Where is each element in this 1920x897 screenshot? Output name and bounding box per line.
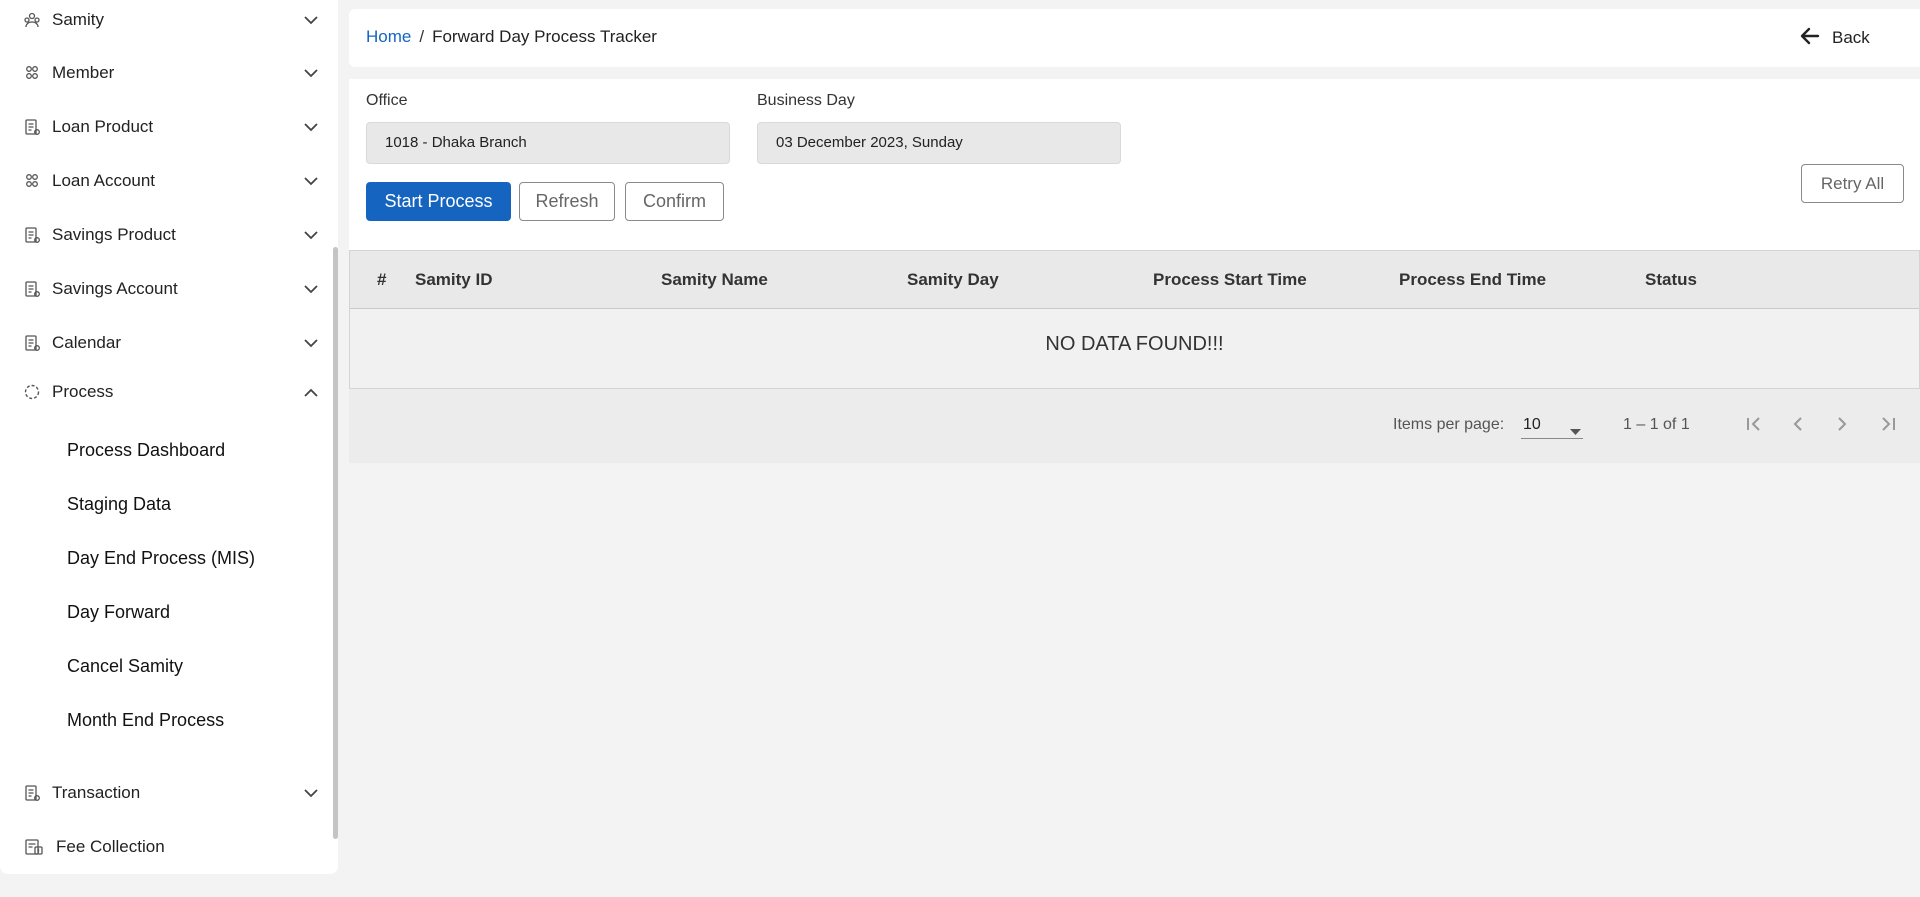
breadcrumb-separator: / [419, 27, 425, 46]
document-icon [22, 783, 42, 803]
member-icon [22, 63, 42, 83]
items-per-page-select[interactable]: 10 [1521, 413, 1583, 439]
chevron-up-icon [302, 383, 320, 401]
last-page-icon [1879, 416, 1897, 437]
sidebar-scrollbar-thumb[interactable] [333, 247, 338, 839]
next-page-button[interactable] [1827, 411, 1857, 441]
start-process-button[interactable]: Start Process [366, 182, 511, 221]
column-header-process-start-time[interactable]: Process Start Time [1153, 251, 1307, 309]
sidebar-item-label: Loan Product [52, 117, 154, 136]
breadcrumb: Home / Forward Day Process Tracker [366, 27, 657, 47]
chevron-down-icon [302, 64, 320, 82]
sidebar-subitem-staging-data[interactable]: Staging Data [67, 486, 327, 522]
retry-all-button[interactable]: Retry All [1801, 164, 1904, 203]
column-header-samity-day[interactable]: Samity Day [907, 251, 999, 309]
sidebar-item-transaction[interactable]: Transaction [0, 773, 330, 813]
business-day-label: Business Day [757, 92, 855, 109]
chevron-down-icon [302, 334, 320, 352]
sidebar-subitem-cancel-samity[interactable]: Cancel Samity [67, 648, 327, 684]
sidebar-item-savings-account[interactable]: Savings Account [0, 269, 330, 309]
chevron-down-icon [302, 784, 320, 802]
sidebar-item-loan-account[interactable]: Loan Account [0, 161, 330, 201]
table-header-row: # Samity ID Samity Name Samity Day Proce… [350, 251, 1919, 309]
document-icon [22, 279, 42, 299]
sidebar-subitem-day-forward[interactable]: Day Forward [67, 594, 327, 630]
breadcrumb-current: Forward Day Process Tracker [432, 27, 657, 46]
items-per-page-label: Items per page: [1393, 416, 1505, 433]
sidebar-item-member[interactable]: Member [0, 53, 330, 93]
first-page-icon [1745, 416, 1763, 437]
sidebar-item-label: Loan Account [52, 171, 156, 190]
back-label: Back [1832, 28, 1870, 47]
column-header-index: # [377, 270, 387, 289]
refresh-button[interactable]: Refresh [519, 182, 615, 221]
sidebar-item-label: Samity [52, 10, 104, 29]
previous-page-button[interactable] [1783, 411, 1813, 441]
arrow-left-icon [1800, 27, 1820, 50]
process-table: # Samity ID Samity Name Samity Day Proce… [349, 250, 1920, 389]
sidebar-item-label: Savings Account [52, 279, 178, 298]
sidebar-item-label: Transaction [52, 783, 141, 802]
sidebar-item-label: Process [52, 382, 114, 401]
confirm-button[interactable]: Confirm [625, 182, 724, 221]
chevron-down-icon [302, 226, 320, 244]
office-label: Office [366, 92, 408, 109]
sidebar-item-label: Member [52, 63, 115, 82]
document-icon [22, 333, 42, 353]
document-icon [22, 225, 42, 245]
column-header-process-end-time[interactable]: Process End Time [1399, 251, 1546, 309]
column-header-status[interactable]: Status [1645, 251, 1697, 309]
business-day-field[interactable]: 03 December 2023, Sunday [757, 122, 1121, 164]
fee-collection-icon [24, 837, 44, 857]
sidebar: Samity Member Loan Product Loan Account … [0, 0, 338, 874]
document-icon [22, 117, 42, 137]
first-page-button[interactable] [1739, 411, 1769, 441]
sidebar-item-loan-product[interactable]: Loan Product [0, 107, 330, 147]
page-range-label: 1 – 1 of 1 [1623, 416, 1690, 433]
empty-table-message: NO DATA FOUND!!! [1045, 333, 1224, 355]
paginator: Items per page: 10 1 – 1 of 1 [349, 389, 1920, 463]
page-header: Home / Forward Day Process Tracker Back [349, 9, 1920, 67]
sidebar-subitem-day-end-process[interactable]: Day End Process (MIS) [67, 540, 327, 576]
sidebar-item-label: Fee Collection [56, 837, 165, 856]
office-field[interactable]: 1018 - Dhaka Branch [366, 122, 730, 164]
sidebar-subitem-month-end-process[interactable]: Month End Process [67, 702, 327, 738]
process-form-panel: Office 1018 - Dhaka Branch Business Day … [349, 79, 1920, 250]
sidebar-item-calendar[interactable]: Calendar [0, 323, 330, 363]
breadcrumb-home-link[interactable]: Home [366, 27, 411, 47]
samity-icon [22, 10, 42, 30]
sidebar-item-process[interactable]: Process [0, 372, 330, 412]
process-icon [22, 382, 42, 402]
chevron-down-icon [302, 118, 320, 136]
sidebar-item-label: Calendar [52, 333, 121, 352]
sidebar-item-savings-product[interactable]: Savings Product [0, 215, 330, 255]
sidebar-item-samity[interactable]: Samity [0, 0, 330, 40]
chevron-down-icon [302, 172, 320, 190]
member-icon [22, 171, 42, 191]
items-per-page-value: 10 [1523, 416, 1541, 433]
last-page-button[interactable] [1873, 411, 1903, 441]
chevron-left-icon [1792, 416, 1804, 437]
sidebar-item-label: Savings Product [52, 225, 176, 244]
back-button[interactable]: Back [1800, 24, 1900, 52]
sidebar-subitem-process-dashboard[interactable]: Process Dashboard [67, 432, 327, 468]
column-header-samity-id[interactable]: Samity ID [415, 251, 492, 309]
sidebar-item-fee-collection[interactable]: Fee Collection [0, 827, 330, 867]
column-header-samity-name[interactable]: Samity Name [661, 251, 768, 309]
caret-down-icon [1570, 422, 1581, 440]
chevron-down-icon [302, 280, 320, 298]
chevron-right-icon [1836, 416, 1848, 437]
chevron-down-icon [302, 11, 320, 29]
